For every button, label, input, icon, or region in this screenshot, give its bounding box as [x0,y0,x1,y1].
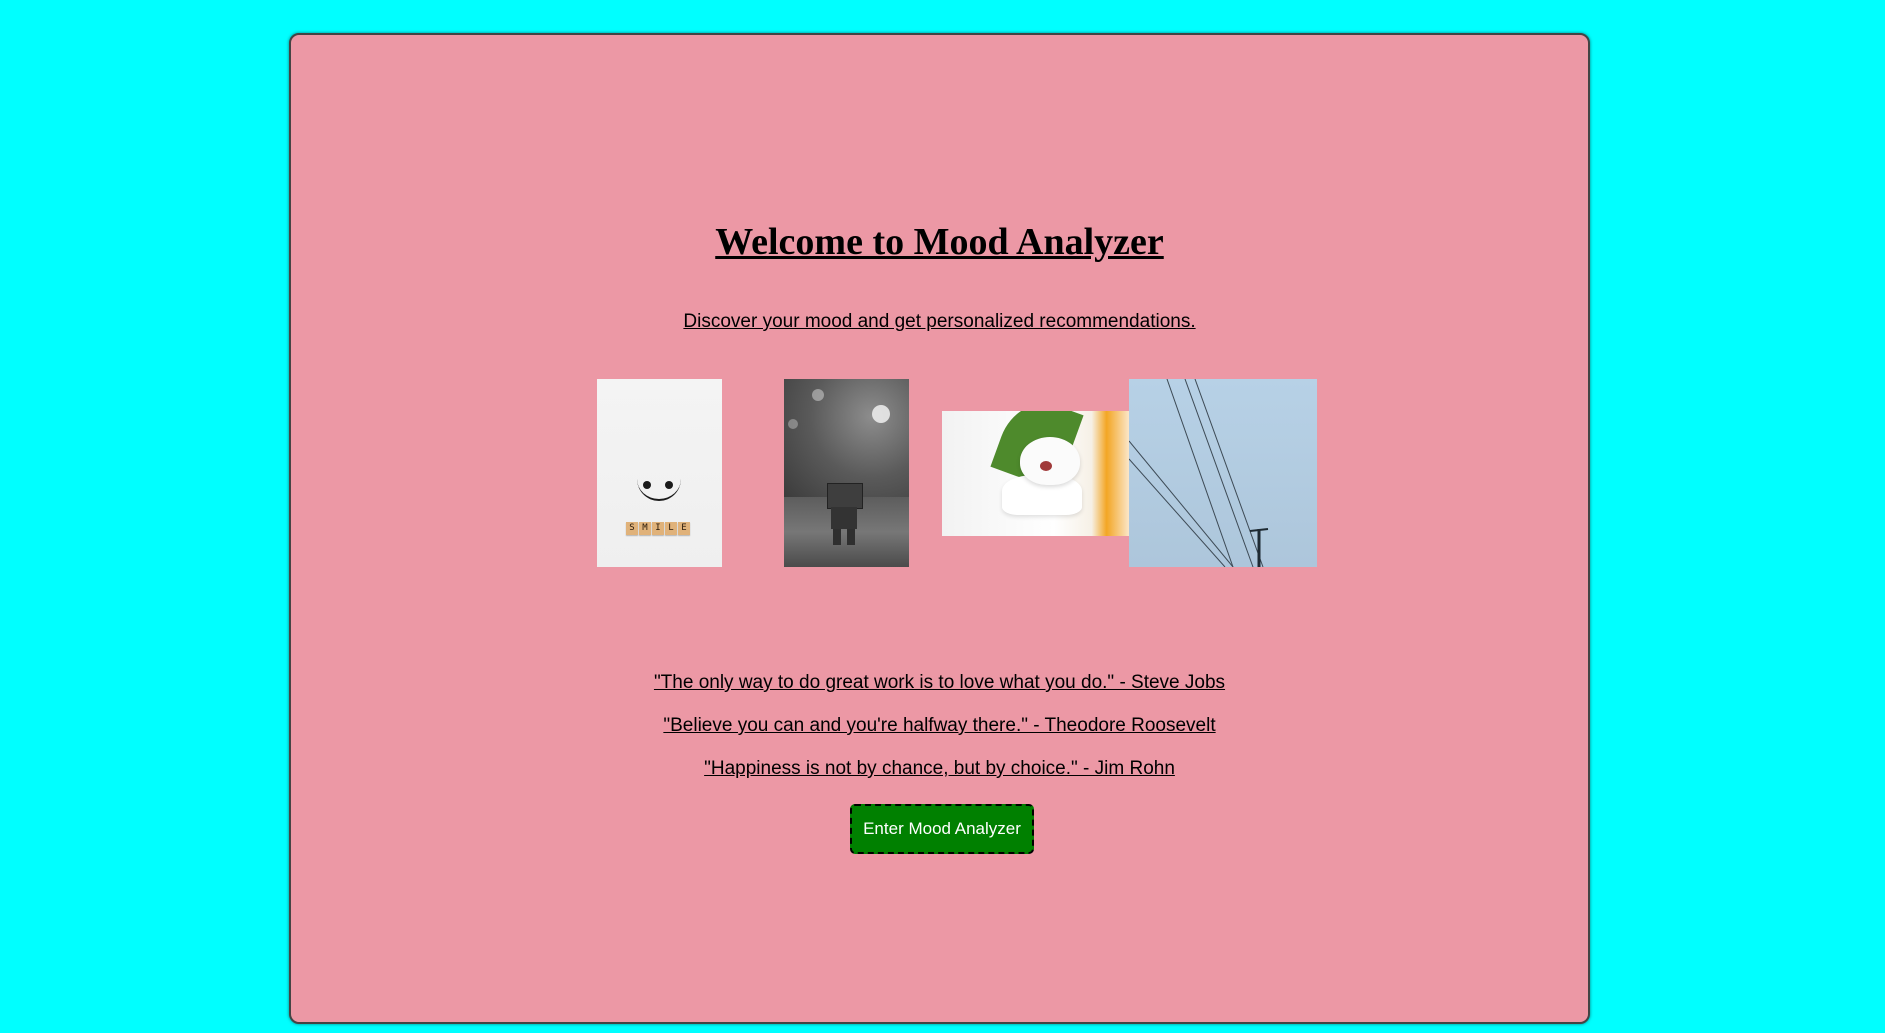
enter-mood-analyzer-button[interactable]: Enter Mood Analyzer [850,804,1034,854]
sky-power-lines-image [1129,379,1317,567]
page-title: Welcome to Mood Analyzer [715,221,1164,263]
smile-mouth [637,477,681,501]
smile-tile: L [665,522,677,535]
bokeh-light [812,389,824,401]
bokeh-light [872,405,890,423]
power-lines-drawing [1129,379,1269,567]
quote-jim-rohn: "Happiness is not by chance, but by choi… [704,758,1175,779]
smile-image: S M I L E [597,379,722,567]
cat-head [1020,437,1080,485]
robot-leg [847,529,855,545]
bokeh-light [788,419,798,429]
quote-steve-jobs: "The only way to do great work is to lov… [653,672,1226,693]
smile-tile: M [639,522,651,535]
smile-tile: I [652,522,664,535]
cat-mouth [1040,461,1052,471]
page-subtitle: Discover your mood and get personalized … [683,311,1196,332]
robot-leg [833,529,841,545]
cat-image [942,411,1129,536]
robot-head [827,483,863,509]
quote-theodore-roosevelt: "Believe you can and you're halfway ther… [663,715,1216,736]
smile-tile: S [626,522,638,535]
robot-body [831,507,857,529]
robot-figure-image [784,379,909,567]
smile-tiles: S M I L E [626,522,690,535]
smile-tile: E [678,522,690,535]
main-card: Welcome to Mood Analyzer Discover your m… [289,33,1590,1024]
